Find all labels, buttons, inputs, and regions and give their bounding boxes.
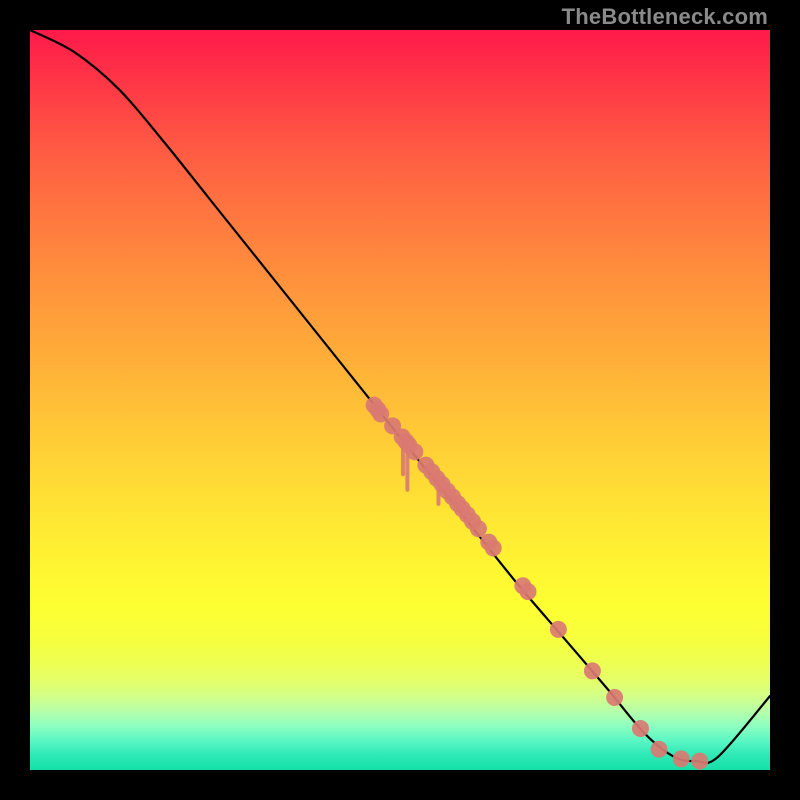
data-point bbox=[651, 741, 668, 758]
data-point bbox=[520, 583, 537, 600]
data-point bbox=[550, 621, 567, 638]
watermark-text: TheBottleneck.com bbox=[562, 4, 768, 30]
plot-area bbox=[30, 30, 770, 770]
data-point bbox=[406, 443, 423, 460]
data-point bbox=[606, 689, 623, 706]
data-point bbox=[584, 662, 601, 679]
data-point bbox=[691, 753, 708, 770]
data-point bbox=[632, 720, 649, 737]
data-point bbox=[485, 540, 502, 557]
data-point bbox=[470, 520, 487, 537]
bottleneck-curve bbox=[30, 30, 770, 763]
chart-svg bbox=[30, 30, 770, 770]
chart-frame: TheBottleneck.com bbox=[0, 0, 800, 800]
data-point bbox=[673, 750, 690, 767]
data-points bbox=[366, 397, 709, 770]
